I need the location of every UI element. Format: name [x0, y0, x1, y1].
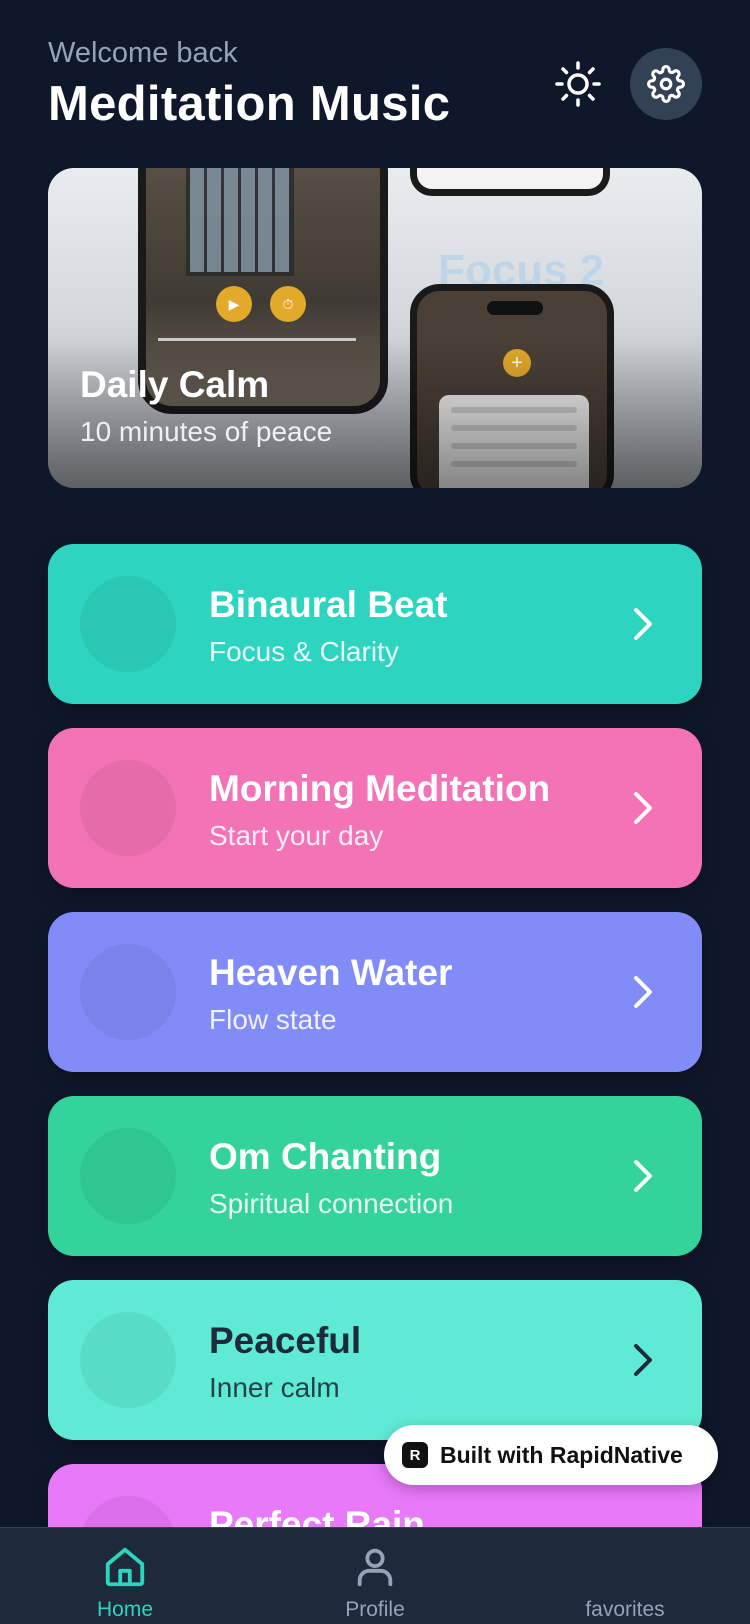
tab-profile[interactable]: Profile	[295, 1542, 455, 1622]
chevron-right-icon	[628, 786, 658, 830]
heart-icon	[545, 1542, 705, 1592]
category-icon-circle	[80, 760, 176, 856]
category-subtitle: Start your day	[209, 820, 384, 851]
chevron-right-icon	[628, 1154, 658, 1198]
sun-icon	[555, 61, 601, 107]
badge-text: Built with RapidNative	[440, 1441, 683, 1468]
header: Welcome back Meditation Music	[48, 36, 702, 136]
tab-label: Profile	[345, 1598, 405, 1621]
category-title: Om Chanting	[209, 1136, 442, 1177]
category-card-heaven-water[interactable]: Heaven Water Flow state	[48, 912, 702, 1072]
tab-favorites[interactable]: favorites	[545, 1542, 705, 1622]
category-card-morning-meditation[interactable]: Morning Meditation Start your day	[48, 728, 702, 888]
category-icon-circle	[80, 1312, 176, 1408]
category-subtitle: Inner calm	[209, 1372, 340, 1403]
chevron-right-icon	[628, 602, 658, 646]
category-icon-circle	[80, 944, 176, 1040]
settings-button[interactable]	[630, 48, 702, 120]
category-subtitle: Spiritual connection	[209, 1188, 454, 1219]
category-icon-circle	[80, 1128, 176, 1224]
home-icon	[45, 1542, 205, 1592]
category-card-peaceful[interactable]: Peaceful Inner calm	[48, 1280, 702, 1440]
category-title: Peaceful	[209, 1320, 362, 1361]
daily-calm-hero-card[interactable]: Focus 2 ▶ ⏱ + Daily Calm 10 minutes of p…	[48, 168, 702, 488]
bottom-tab-bar: Home Profile favorites	[0, 1527, 750, 1624]
category-title: Binaural Beat	[209, 584, 448, 625]
category-title: Morning Meditation	[209, 768, 551, 809]
tab-label: Home	[96, 1598, 154, 1621]
hero-title: Daily Calm	[80, 364, 270, 405]
tab-home[interactable]: Home	[45, 1542, 205, 1622]
category-card-om-chanting[interactable]: Om Chanting Spiritual connection	[48, 1096, 702, 1256]
built-with-rapidnative-badge[interactable]: R Built with RapidNative	[384, 1425, 718, 1485]
theme-toggle-button[interactable]	[550, 56, 606, 112]
chevron-right-icon	[628, 1338, 658, 1382]
gear-icon	[647, 65, 685, 103]
category-subtitle: Focus & Clarity	[209, 636, 399, 667]
category-subtitle: Flow state	[209, 1004, 337, 1035]
category-card-binaural-beat[interactable]: Binaural Beat Focus & Clarity	[48, 544, 702, 704]
user-icon	[295, 1542, 455, 1592]
tab-label: favorites	[585, 1598, 665, 1621]
category-title: Heaven Water	[209, 952, 453, 993]
chevron-right-icon	[628, 970, 658, 1014]
hero-phone-mockup-image	[410, 168, 610, 196]
hero-subtitle: 10 minutes of peace	[80, 416, 333, 447]
rapidnative-logo-icon: R	[402, 1442, 428, 1468]
category-icon-circle	[80, 576, 176, 672]
